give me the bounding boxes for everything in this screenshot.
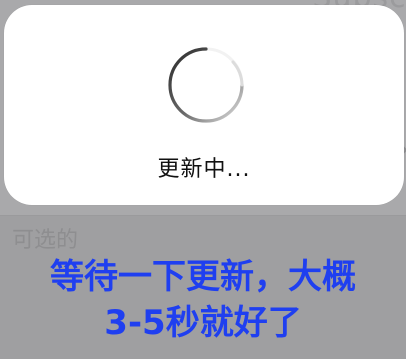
caption-line-2: 3-5秒就好了 xyxy=(104,303,302,343)
background-divider xyxy=(0,215,406,216)
instruction-caption: 等待一下更新，大概 3-5秒就好了 xyxy=(0,254,406,346)
caption-line-1: 等待一下更新，大概 xyxy=(50,257,356,297)
loading-spinner-icon xyxy=(168,47,244,123)
optional-label: 可选的 xyxy=(12,228,79,253)
loading-status-text: 更新中... xyxy=(157,157,251,182)
loading-hud: 更新中... xyxy=(4,5,404,205)
